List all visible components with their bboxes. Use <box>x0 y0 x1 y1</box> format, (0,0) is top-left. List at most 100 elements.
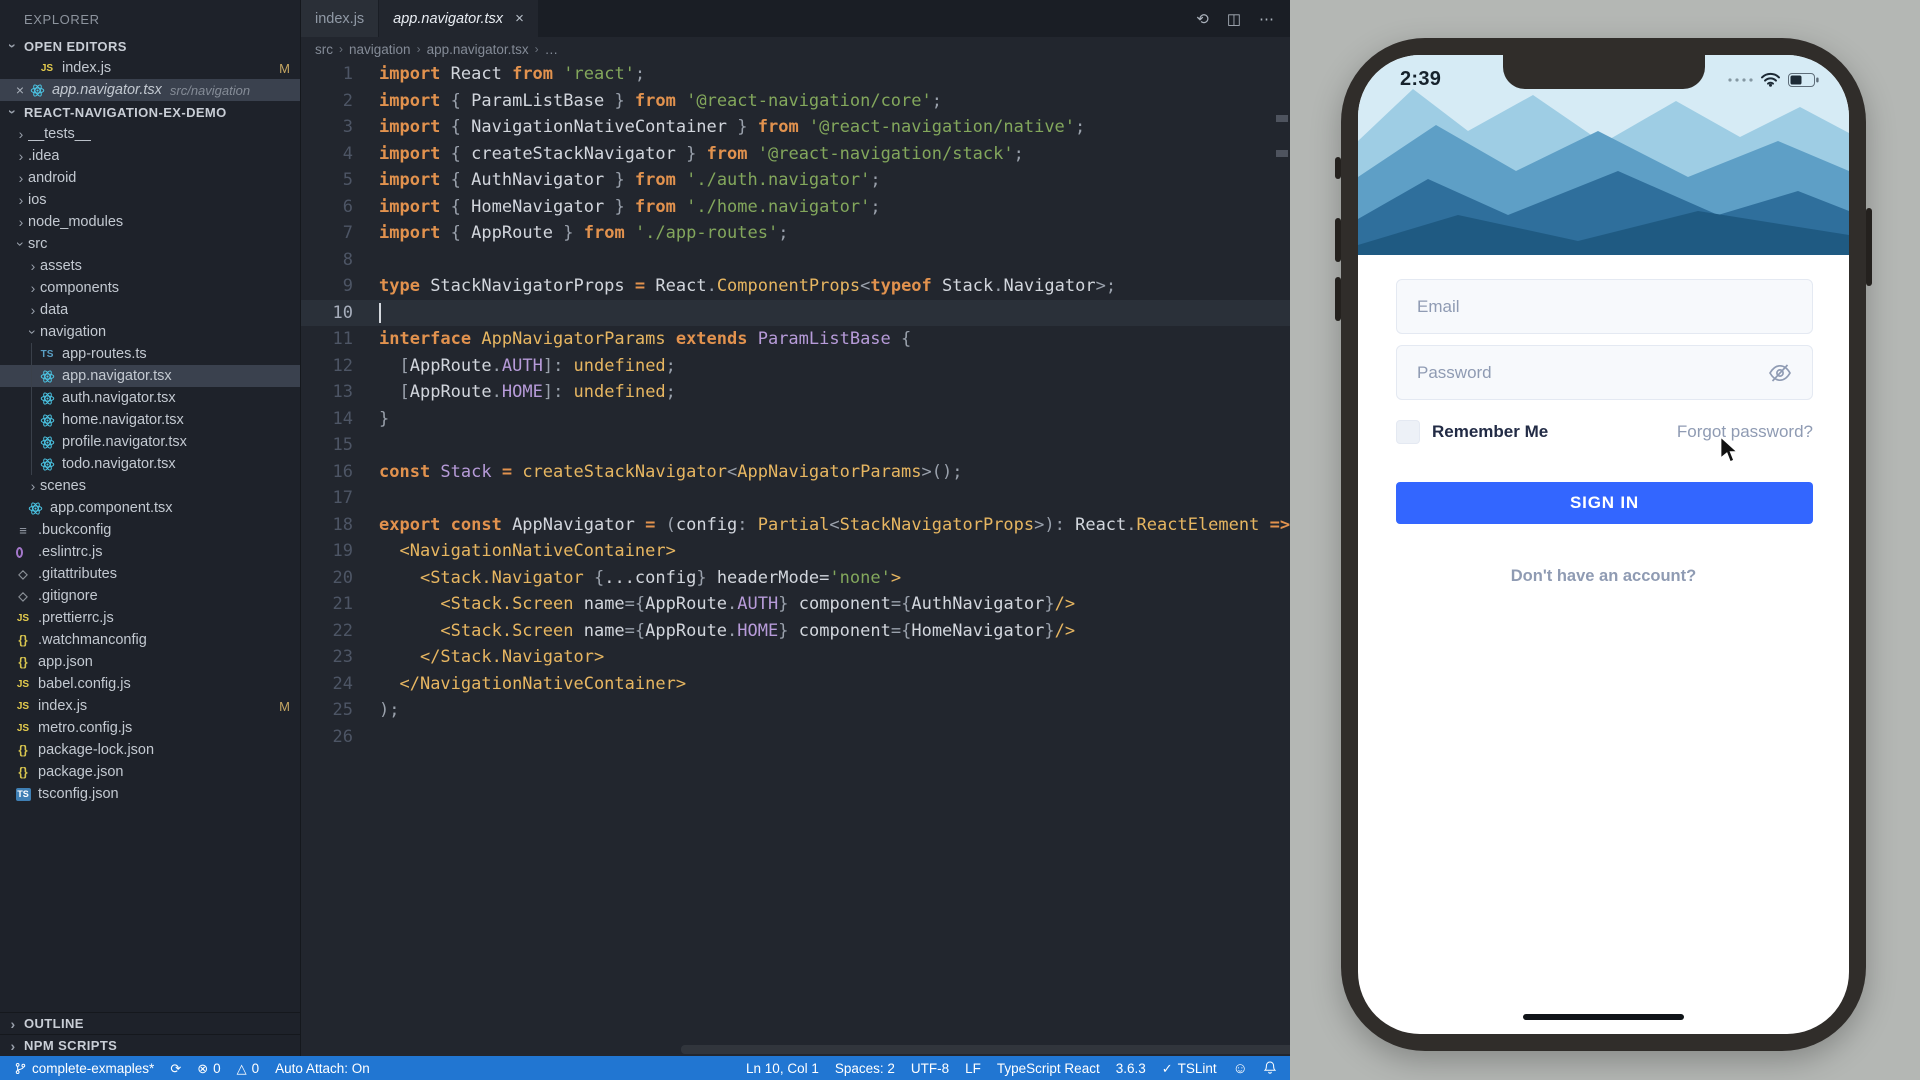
code-line-13[interactable]: 13 [AppRoute.HOME]: undefined; <box>301 379 1290 406</box>
breadcrumb-item[interactable]: src <box>315 42 333 57</box>
project-root-header[interactable]: › REACT-NAVIGATION-EX-DEMO <box>0 101 300 123</box>
status-tslint[interactable]: ✓TSLint <box>1162 1061 1217 1076</box>
file-metro.config.js[interactable]: JSmetro.config.js <box>0 717 300 739</box>
folder-components[interactable]: ›components <box>0 277 300 299</box>
file-.prettierrc.js[interactable]: JS.prettierrc.js <box>0 607 300 629</box>
file-package.json[interactable]: {}package.json <box>0 761 300 783</box>
file-index.js[interactable]: JSindex.jsM <box>0 695 300 717</box>
code-line-7[interactable]: 7import { AppRoute } from './app-routes'… <box>301 220 1290 247</box>
open-changes-icon[interactable]: ⟲ <box>1196 10 1209 28</box>
code-line-12[interactable]: 12 [AppRoute.AUTH]: undefined; <box>301 353 1290 380</box>
code-line-21[interactable]: 21 <Stack.Screen name={AppRoute.AUTH} co… <box>301 591 1290 618</box>
file-.gitattributes[interactable]: ◇.gitattributes <box>0 563 300 585</box>
status-spaces-2[interactable]: Spaces: 2 <box>835 1061 895 1076</box>
code-editor[interactable]: 1import React from 'react';2import { Par… <box>301 61 1290 1056</box>
file-tree: ›__tests__›.idea›android›ios›node_module… <box>0 123 300 805</box>
folder-ios[interactable]: ›ios <box>0 189 300 211</box>
code-line-5[interactable]: 5import { AuthNavigator } from './auth.n… <box>301 167 1290 194</box>
code-line-10[interactable]: 10 <box>301 300 1290 327</box>
code-line-1[interactable]: 1import React from 'react'; <box>301 61 1290 88</box>
folder-src[interactable]: ›src <box>0 233 300 255</box>
section-npm-scripts[interactable]: ›NPM SCRIPTS <box>0 1034 300 1056</box>
file-.gitignore[interactable]: ◇.gitignore <box>0 585 300 607</box>
code-line-3[interactable]: 3import { NavigationNativeContainer } fr… <box>301 114 1290 141</box>
code-line-24[interactable]: 24 </NavigationNativeContainer> <box>301 671 1290 698</box>
folder-.idea[interactable]: ›.idea <box>0 145 300 167</box>
code-line-16[interactable]: 16const Stack = createStackNavigator<App… <box>301 459 1290 486</box>
no-account-link[interactable]: Don't have an account? <box>1358 567 1849 586</box>
status-feedback-smiley-icon[interactable]: ☺ <box>1233 1061 1248 1076</box>
split-editor-icon[interactable]: ◫ <box>1227 10 1241 28</box>
file-.eslintrc.js[interactable]: .eslintrc.js <box>0 541 300 563</box>
file-profile.navigator.tsx[interactable]: profile.navigator.tsx <box>0 431 300 453</box>
sign-in-button[interactable]: SIGN IN <box>1396 482 1813 524</box>
code-line-8[interactable]: 8 <box>301 247 1290 274</box>
status-lf[interactable]: LF <box>965 1061 981 1076</box>
code-line-2[interactable]: 2import { ParamListBase } from '@react-n… <box>301 88 1290 115</box>
breadcrumb-item[interactable]: navigation <box>349 42 411 57</box>
status-utf-8[interactable]: UTF-8 <box>911 1061 949 1076</box>
code-line-14[interactable]: 14} <box>301 406 1290 433</box>
forgot-password-link[interactable]: Forgot password? <box>1677 422 1813 442</box>
file-todo.navigator.tsx[interactable]: todo.navigator.tsx <box>0 453 300 475</box>
tab-index.js[interactable]: index.js <box>301 0 378 37</box>
folder-scenes[interactable]: ›scenes <box>0 475 300 497</box>
open-editors-header[interactable]: › OPEN EDITORS <box>0 35 300 57</box>
status-sync-icon[interactable]: ⟳ <box>170 1062 181 1075</box>
folder-assets[interactable]: ›assets <box>0 255 300 277</box>
code-line-4[interactable]: 4import { createStackNavigator } from '@… <box>301 141 1290 168</box>
code-line-17[interactable]: 17 <box>301 485 1290 512</box>
code-line-25[interactable]: 25); <box>301 697 1290 724</box>
more-actions-icon[interactable]: ⋯ <box>1259 10 1274 28</box>
file-app-routes.ts[interactable]: TSapp-routes.ts <box>0 343 300 365</box>
file-.buckconfig[interactable]: ≡.buckconfig <box>0 519 300 541</box>
file-babel.config.js[interactable]: JSbabel.config.js <box>0 673 300 695</box>
code-line-11[interactable]: 11interface AppNavigatorParams extends P… <box>301 326 1290 353</box>
status-notifications-bell-icon[interactable] <box>1264 1061 1276 1075</box>
breadcrumb[interactable]: src›navigation›app.navigator.tsx›… <box>301 37 1290 61</box>
code-line-23[interactable]: 23 </Stack.Navigator> <box>301 644 1290 671</box>
status-0[interactable]: ⊗0 <box>197 1061 220 1076</box>
code-line-20[interactable]: 20 <Stack.Navigator {...config} headerMo… <box>301 565 1290 592</box>
remember-me-checkbox[interactable] <box>1396 420 1420 444</box>
folder-android[interactable]: ›android <box>0 167 300 189</box>
file-app.component.tsx[interactable]: app.component.tsx <box>0 497 300 519</box>
status-auto-attach-on[interactable]: Auto Attach: On <box>275 1061 370 1076</box>
file-app.navigator.tsx[interactable]: app.navigator.tsx <box>0 365 300 387</box>
file-tsconfig.json[interactable]: TStsconfig.json <box>0 783 300 805</box>
close-icon[interactable]: × <box>515 10 524 27</box>
file-.watchmanconfig[interactable]: {}.watchmanconfig <box>0 629 300 651</box>
section-outline[interactable]: ›OUTLINE <box>0 1012 300 1034</box>
close-icon[interactable]: × <box>12 82 28 98</box>
folder-data[interactable]: ›data <box>0 299 300 321</box>
status-complete-exmaples[interactable]: complete-exmaples* <box>14 1061 154 1076</box>
code-line-18[interactable]: 18export const AppNavigator = (config: P… <box>301 512 1290 539</box>
open-editor-index.js[interactable]: JSindex.jsM <box>0 57 300 79</box>
status-ln-10-col-1[interactable]: Ln 10, Col 1 <box>746 1061 819 1076</box>
code-line-9[interactable]: 9type StackNavigatorProps = React.Compon… <box>301 273 1290 300</box>
breadcrumb-item[interactable]: app.navigator.tsx <box>427 42 529 57</box>
status-0[interactable]: △0 <box>237 1061 260 1076</box>
file-package-lock.json[interactable]: {}package-lock.json <box>0 739 300 761</box>
code-line-26[interactable]: 26 <box>301 724 1290 751</box>
file-app.json[interactable]: {}app.json <box>0 651 300 673</box>
email-input[interactable]: Email <box>1396 279 1813 334</box>
folder-__tests__[interactable]: ›__tests__ <box>0 123 300 145</box>
breadcrumb-item[interactable]: … <box>545 42 559 57</box>
file-home.navigator.tsx[interactable]: home.navigator.tsx <box>0 409 300 431</box>
horizontal-scrollbar[interactable] <box>681 1045 1290 1054</box>
eye-off-icon[interactable] <box>1768 361 1792 385</box>
code-line-19[interactable]: 19 <NavigationNativeContainer> <box>301 538 1290 565</box>
folder-node_modules[interactable]: ›node_modules <box>0 211 300 233</box>
password-input[interactable]: Password <box>1396 345 1813 400</box>
code-line-15[interactable]: 15 <box>301 432 1290 459</box>
status-3-6-3[interactable]: 3.6.3 <box>1116 1061 1146 1076</box>
code-line-22[interactable]: 22 <Stack.Screen name={AppRoute.HOME} co… <box>301 618 1290 645</box>
open-editor-app.navigator.tsx[interactable]: ×app.navigator.tsxsrc/navigation <box>0 79 300 101</box>
file-auth.navigator.tsx[interactable]: auth.navigator.tsx <box>0 387 300 409</box>
home-indicator[interactable] <box>1523 1014 1684 1020</box>
tab-app.navigator.tsx[interactable]: app.navigator.tsx× <box>379 0 538 37</box>
status-typescript-react[interactable]: TypeScript React <box>997 1061 1100 1076</box>
folder-navigation[interactable]: ›navigation <box>0 321 300 343</box>
code-line-6[interactable]: 6import { HomeNavigator } from './home.n… <box>301 194 1290 221</box>
